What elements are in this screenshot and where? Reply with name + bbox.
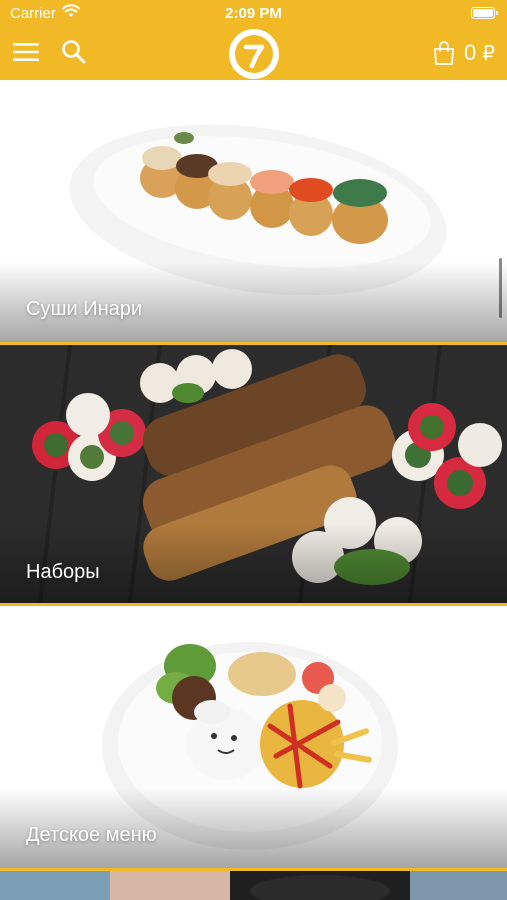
category-label: Суши Инари — [26, 298, 143, 320]
logo-mark — [235, 35, 273, 73]
next-category-image — [0, 871, 507, 900]
cart-button[interactable]: 0 ₽ — [432, 38, 495, 68]
top-bar: Carrier 2:09 PM 0 ₽ — [0, 0, 507, 80]
category-label: Наборы — [26, 561, 100, 583]
category-card-sets[interactable]: Наборы — [0, 345, 507, 603]
status-bar: Carrier 2:09 PM — [0, 0, 507, 28]
logo[interactable] — [229, 29, 279, 79]
category-label: Детское меню — [26, 824, 157, 846]
cart-count: 0 — [464, 40, 477, 65]
cart-currency: ₽ — [482, 42, 495, 65]
category-card-inari[interactable]: Суши Инари — [0, 80, 507, 342]
battery-icon — [471, 7, 498, 19]
scroll-indicator[interactable] — [499, 258, 502, 318]
shopping-bag-icon — [434, 41, 454, 65]
category-card-kids-menu[interactable]: Детское меню — [0, 606, 507, 868]
search-icon[interactable] — [60, 38, 88, 66]
navigation-bar: 0 ₽ — [0, 28, 507, 80]
category-card-next[interactable] — [0, 871, 507, 900]
menu-icon[interactable] — [12, 40, 40, 64]
logo-glyph-icon — [243, 44, 265, 69]
status-time: 2:09 PM — [225, 5, 282, 22]
